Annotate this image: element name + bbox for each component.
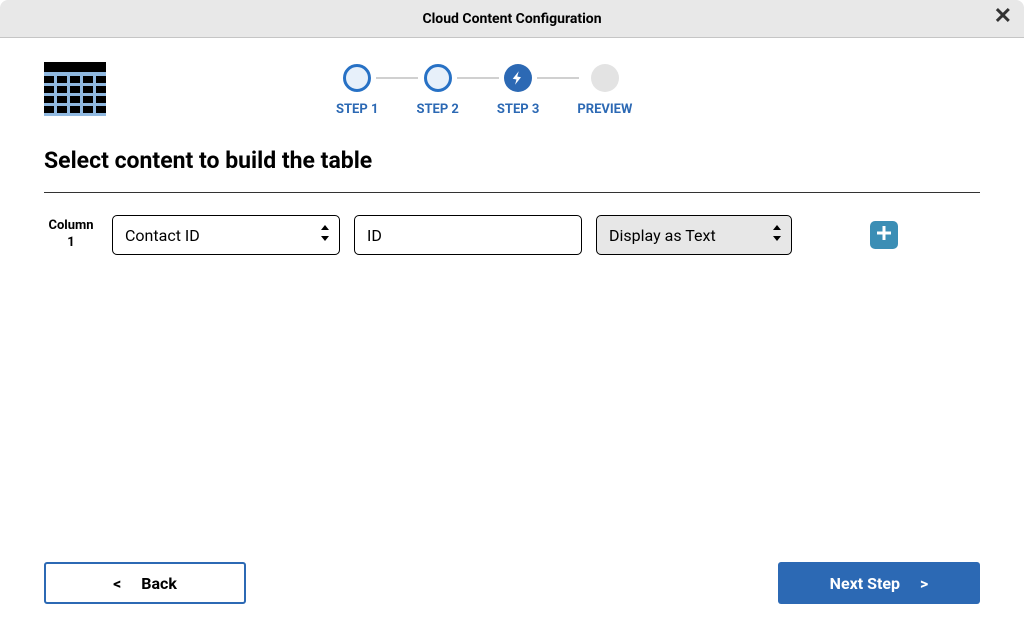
- field-select[interactable]: Contact ID: [112, 215, 340, 255]
- back-button[interactable]: < Back: [44, 562, 246, 604]
- alias-input-wrap: ID: [354, 215, 582, 255]
- alias-input-value: ID: [367, 226, 382, 245]
- column-label-prefix: Column: [48, 218, 93, 233]
- footer: < Back Next Step >: [44, 562, 980, 604]
- step-label: STEP 2: [416, 102, 458, 117]
- step-label: PREVIEW: [577, 102, 632, 117]
- step-circle-icon: [424, 64, 452, 92]
- page-title: Select content to build the table: [44, 147, 980, 174]
- display-select-wrap: Display as Text: [596, 215, 792, 255]
- alias-input[interactable]: ID: [354, 215, 582, 255]
- field-select-wrap: Contact ID: [112, 215, 340, 255]
- divider: [44, 192, 980, 193]
- stepper: STEP 1 STEP 2 STEP 3 PREVIEW: [336, 64, 632, 117]
- display-select-value: Display as Text: [609, 226, 716, 245]
- window-title-bar: Cloud Content Configuration ✕: [0, 0, 1024, 38]
- field-select-value: Contact ID: [125, 226, 200, 245]
- chevron-right-icon: >: [920, 574, 928, 593]
- step-connector: [376, 77, 418, 79]
- step-3[interactable]: STEP 3: [497, 64, 539, 117]
- step-circle-icon: [591, 64, 619, 92]
- header-row: STEP 1 STEP 2 STEP 3 PREVIEW: [44, 62, 980, 117]
- step-connector: [457, 77, 499, 79]
- step-label: STEP 1: [336, 102, 378, 117]
- display-select[interactable]: Display as Text: [596, 215, 792, 255]
- step-circle-icon: [343, 64, 371, 92]
- step-1[interactable]: STEP 1: [336, 64, 378, 117]
- next-step-button[interactable]: Next Step >: [778, 562, 980, 604]
- back-button-label: Back: [141, 574, 177, 593]
- step-connector: [537, 77, 579, 79]
- step-2[interactable]: STEP 2: [416, 64, 458, 117]
- plus-icon: [876, 225, 892, 245]
- window-title: Cloud Content Configuration: [422, 11, 601, 27]
- next-step-button-label: Next Step: [830, 574, 900, 593]
- table-grid-icon: [44, 62, 106, 116]
- add-column-button[interactable]: [870, 221, 898, 249]
- close-icon[interactable]: ✕: [994, 6, 1012, 28]
- step-circle-icon: [504, 64, 532, 92]
- step-preview[interactable]: PREVIEW: [577, 64, 632, 117]
- column-row: Column 1 Contact ID ID Display as Text: [44, 215, 980, 255]
- column-label: Column 1: [44, 218, 98, 252]
- chevron-left-icon: <: [113, 574, 121, 593]
- dialog-content: STEP 1 STEP 2 STEP 3 PREVIEW Select cont…: [0, 38, 1024, 626]
- step-label: STEP 3: [497, 102, 539, 117]
- column-label-number: 1: [67, 235, 74, 250]
